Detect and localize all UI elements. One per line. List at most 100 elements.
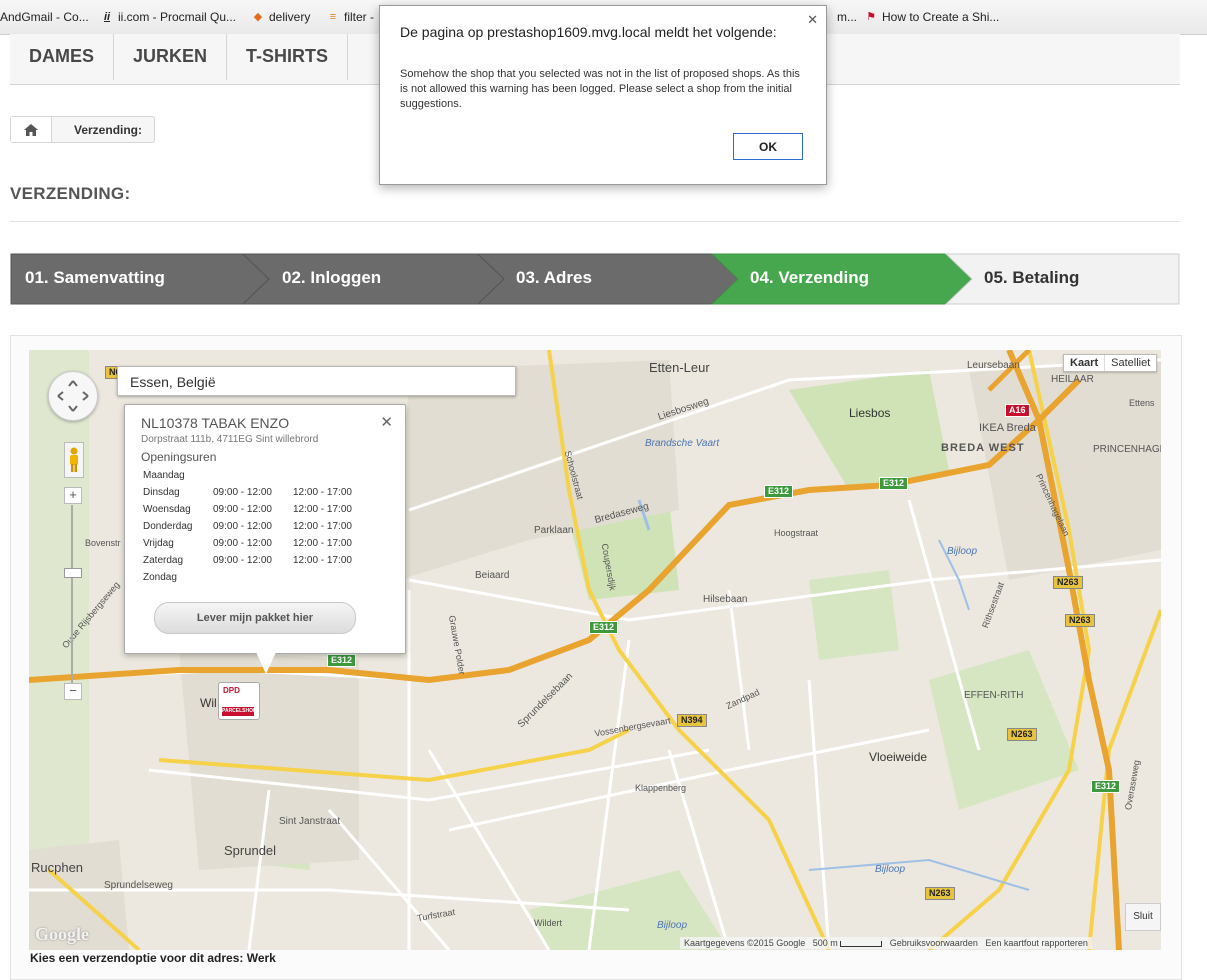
- bookmark-procmail[interactable]: ii ii.com - Procmail Qu...: [100, 10, 236, 24]
- route-shield: N263: [1053, 576, 1083, 589]
- marker-band: PARCELSHOP: [222, 707, 257, 716]
- parcelshop-address: Dorpstraat 111b, 4711EG Sint willebrord: [141, 434, 319, 445]
- bookmark-delivery[interactable]: ◆ delivery: [251, 10, 311, 24]
- zoom-in-button[interactable]: +: [64, 487, 82, 504]
- day-cell: Woensdag: [143, 504, 191, 515]
- day-cell: Maandag: [143, 470, 185, 481]
- pan-arrows-icon: [57, 380, 89, 412]
- dialog-message: Somehow the shop that you selected was n…: [400, 68, 800, 110]
- bookmark-label: delivery: [269, 10, 311, 24]
- day-cell: Zaterdag: [143, 555, 184, 566]
- bookmark-m[interactable]: m...: [837, 10, 857, 24]
- bookmark-label: How to Create a Shi...: [882, 10, 1000, 24]
- google-logo: Google: [35, 924, 89, 944]
- step-samenvatting[interactable]: 01. Samenvatting: [25, 268, 165, 288]
- route-shield: A16: [1005, 404, 1030, 417]
- place-label: Sprundel: [224, 843, 277, 858]
- checkout-steps: 01. Samenvatting 02. Inloggen 03. Adres …: [10, 253, 1180, 305]
- table-row: Dinsdag 09:00 - 12:00 12:00 - 17:00: [143, 484, 352, 501]
- day-cell: Vrijdag: [143, 538, 174, 549]
- report-map-error-link[interactable]: Een kaartfout rapporteren: [985, 938, 1088, 948]
- place-label: Etten-Leur: [649, 360, 710, 375]
- stack-icon: ≡: [329, 11, 337, 23]
- bookmark-gmail[interactable]: AndGmail - Co...: [0, 10, 89, 24]
- menu-item-tshirts[interactable]: T-SHIRTS: [227, 34, 349, 80]
- street-label: Beiaard: [475, 570, 510, 581]
- shipping-option-prompt: Kies een verzendoptie voor dit adres: We…: [30, 951, 276, 965]
- step-adres[interactable]: 03. Adres: [516, 268, 592, 288]
- map-search-input[interactable]: Essen, België: [117, 366, 516, 396]
- afternoon-cell: 12:00 - 17:00: [293, 555, 352, 566]
- breadcrumb-current: Verzending:: [74, 122, 143, 137]
- ii-icon: ii: [103, 11, 111, 23]
- morning-cell: [213, 467, 293, 484]
- place-label: Vloeiweide: [869, 750, 928, 764]
- street-view-pegman[interactable]: [64, 442, 84, 478]
- terms-link[interactable]: Gebruiksvoorwaarden: [890, 938, 978, 948]
- bookmark-label: m...: [837, 10, 857, 24]
- morning-cell: 09:00 - 12:00: [213, 555, 272, 566]
- scale-bar-icon: [840, 940, 883, 947]
- street-label: Klappenberg: [635, 783, 687, 793]
- attribution-text: Kaartgegevens ©2015 Google: [684, 938, 806, 948]
- map-attribution: Kaartgegevens ©2015 Google 500 m Gebruik…: [680, 937, 1092, 949]
- bookmark-create-shipping[interactable]: ⚑ How to Create a Shi...: [864, 10, 999, 24]
- route-shield: E312: [589, 621, 619, 634]
- route-shield: E312: [327, 654, 357, 667]
- step-verzending: 04. Verzending: [750, 268, 870, 287]
- zoom-out-button[interactable]: −: [64, 683, 82, 700]
- deliver-here-button[interactable]: Lever mijn pakket hier: [154, 602, 356, 634]
- breadcrumb: Verzending:: [10, 116, 156, 143]
- table-row: Donderdag 09:00 - 12:00 12:00 - 17:00: [143, 518, 352, 535]
- ok-button[interactable]: OK: [733, 133, 803, 160]
- divider: [10, 221, 1180, 222]
- close-icon[interactable]: ✕: [380, 413, 393, 431]
- bookmark-label: ii.com - Procmail Qu...: [118, 10, 237, 24]
- table-row: Woensdag 09:00 - 12:00 12:00 - 17:00: [143, 501, 352, 518]
- table-row: Maandag: [143, 467, 352, 484]
- bookmark-filter[interactable]: ≡ filter -: [326, 10, 374, 24]
- map-type-satelliet[interactable]: Satelliet: [1105, 355, 1156, 371]
- home-link[interactable]: [11, 117, 52, 142]
- place-label: Rucphen: [31, 860, 84, 875]
- map-type-kaart[interactable]: Kaart: [1064, 355, 1106, 371]
- table-row: Zondag: [143, 569, 352, 586]
- table-row: Zaterdag 09:00 - 12:00 12:00 - 17:00: [143, 552, 352, 569]
- place-label: PRINCENHAGE: [1093, 444, 1161, 455]
- step-inloggen[interactable]: 02. Inloggen: [282, 268, 381, 288]
- water-label: Bijloop: [657, 920, 688, 931]
- parcelshop-title: NL10378 TABAK ENZO: [141, 415, 290, 431]
- map-close-button[interactable]: Sluit: [1125, 903, 1161, 931]
- morning-cell: [213, 569, 293, 586]
- dialog-title: De pagina op prestashop1609.mvg.local me…: [400, 24, 777, 40]
- dpd-logo-icon: DPD: [223, 686, 240, 695]
- place-label: Wil: [200, 696, 217, 710]
- pan-control[interactable]: [48, 371, 98, 421]
- close-icon[interactable]: ✕: [807, 12, 818, 28]
- afternoon-cell: [293, 467, 352, 484]
- pegman-icon: [70, 447, 78, 472]
- zoom-slider-thumb[interactable]: [64, 568, 82, 578]
- place-label: BREDA WEST: [941, 442, 1025, 454]
- parcelshop-marker[interactable]: DPD PARCELSHOP: [218, 682, 260, 720]
- page-title: VERZENDING:: [10, 184, 131, 203]
- home-icon: [24, 123, 38, 136]
- street-label: Hilsebaan: [703, 594, 748, 605]
- afternoon-cell: 12:00 - 17:00: [293, 487, 352, 498]
- afternoon-cell: 12:00 - 17:00: [293, 538, 352, 549]
- afternoon-cell: 12:00 - 17:00: [293, 521, 352, 532]
- place-label: Liesbos: [849, 406, 891, 420]
- street-label: Hoogstraat: [774, 528, 819, 538]
- info-window-pointer: [256, 652, 276, 674]
- zoom-slider-track[interactable]: [71, 505, 73, 683]
- route-shield: N263: [1065, 614, 1095, 627]
- route-shield: E312: [1091, 780, 1121, 793]
- opening-hours-table: Maandag Dinsdag 09:00 - 12:00 12:00 - 17:0…: [143, 467, 352, 586]
- street-label: Leursebaan: [967, 360, 1020, 371]
- step-betaling: 05. Betaling: [984, 268, 1080, 287]
- water-label: Bijloop: [947, 546, 978, 557]
- menu-item-jurken[interactable]: JURKEN: [114, 34, 228, 80]
- afternoon-cell: 12:00 - 17:00: [293, 504, 352, 515]
- morning-cell: 09:00 - 12:00: [213, 538, 272, 549]
- menu-item-dames[interactable]: DAMES: [10, 34, 115, 80]
